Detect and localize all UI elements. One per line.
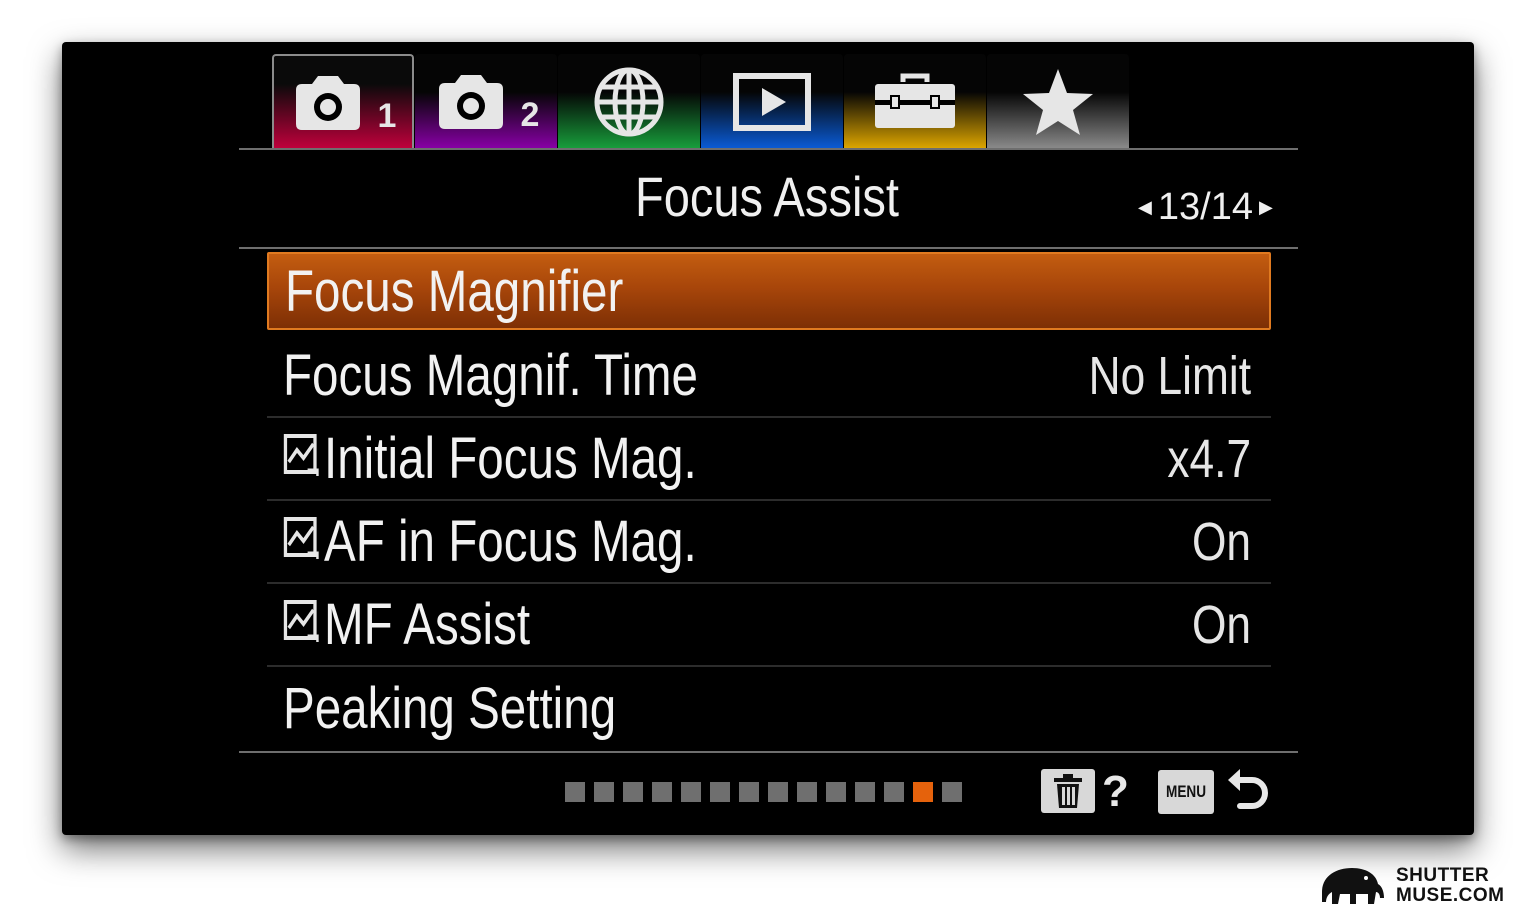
page-dot	[913, 782, 933, 802]
page-current: 13	[1157, 185, 1201, 228]
menu-item-label: Initial Focus Mag.	[283, 418, 697, 499]
trash-icon[interactable]	[1040, 768, 1096, 819]
menu-item[interactable]: Focus Magnif. Time No Limit	[267, 335, 1271, 418]
page-prev-arrow-icon[interactable]: ◀	[1138, 197, 1152, 218]
page-dot	[710, 782, 730, 802]
menu-item-text: AF in Focus Mag.	[324, 509, 697, 574]
menu-item-text: Focus Magnif. Time	[283, 343, 698, 408]
page-counter: ◀ 13 / 14 ▶	[1132, 184, 1279, 230]
tab-badge: 2	[520, 96, 540, 134]
page-dot	[652, 782, 672, 802]
playback-icon	[732, 72, 812, 132]
menu-item-value: x4.7	[1167, 428, 1251, 489]
menu-button[interactable]: MENU	[1158, 770, 1214, 814]
star-icon	[1021, 67, 1095, 137]
page-separator: /	[1200, 185, 1211, 228]
page-dot	[739, 782, 759, 802]
camera-icon	[433, 71, 519, 133]
tab-network[interactable]	[558, 54, 700, 149]
menu-item[interactable]: Focus Magnifier	[267, 252, 1271, 330]
still-image-icon	[283, 508, 319, 575]
menu-item-label: AF in Focus Mag.	[283, 501, 697, 582]
page-dot	[855, 782, 875, 802]
help-button[interactable]: ?	[1102, 768, 1129, 816]
page-dot	[768, 782, 788, 802]
watermark-line1: SHUTTER	[1396, 865, 1490, 886]
tab-my-menu[interactable]	[987, 54, 1129, 149]
menu-item-label: Focus Magnifier	[285, 254, 623, 328]
tab-divider	[239, 148, 1298, 150]
page-dot	[681, 782, 701, 802]
menu-item[interactable]: Initial Focus Mag. x4.7	[267, 418, 1271, 501]
menu-item-text: Initial Focus Mag.	[324, 426, 697, 491]
return-icon[interactable]	[1226, 766, 1270, 821]
camera-icon	[290, 72, 376, 134]
still-image-icon	[283, 591, 319, 658]
globe-icon	[592, 65, 666, 139]
tab-setup[interactable]	[844, 54, 986, 149]
menu-item-value: On	[1191, 511, 1251, 572]
menu-item[interactable]: AF in Focus Mag. On	[267, 501, 1271, 584]
page-title: Focus Assist	[634, 165, 900, 228]
tab-badge: 1	[377, 97, 397, 135]
elephant-icon	[1316, 862, 1388, 911]
page-total: 14	[1210, 185, 1253, 228]
toolbox-icon	[873, 72, 957, 132]
menu-item[interactable]: MF Assist On	[267, 584, 1271, 667]
watermark: SHUTTER MUSE.COM	[1316, 862, 1505, 910]
page-dot	[565, 782, 585, 802]
menu-item-value: On	[1191, 594, 1251, 655]
tab-camera-settings-2[interactable]: 2	[415, 54, 557, 149]
menu-item-label: Focus Magnif. Time	[283, 335, 698, 416]
menu-item-text: Focus Magnifier	[285, 258, 624, 324]
camera-menu-screen: 1 2 Focus Assist ◀ 13 / 14 ▶ Focus Magnif…	[62, 42, 1474, 835]
page-dot	[826, 782, 846, 802]
header-divider	[239, 247, 1298, 249]
page-dot	[623, 782, 643, 802]
page-dot	[942, 782, 962, 802]
page-dot	[594, 782, 614, 802]
menu-item-label: Peaking Setting	[283, 667, 616, 750]
page-next-arrow-icon[interactable]: ▶	[1259, 197, 1273, 218]
menu-item-value: No Limit	[1088, 345, 1251, 406]
tab-playback[interactable]	[701, 54, 843, 149]
page-dot	[884, 782, 904, 802]
menu-item-text: Peaking Setting	[283, 676, 617, 741]
watermark-text: SHUTTER MUSE.COM	[1396, 866, 1505, 906]
page-indicator	[565, 782, 962, 802]
menu-item[interactable]: Peaking Setting	[267, 667, 1271, 750]
watermark-line2: MUSE.COM	[1396, 885, 1505, 906]
menu-item-label: MF Assist	[283, 584, 530, 665]
page-dot	[797, 782, 817, 802]
still-image-icon	[283, 425, 319, 492]
menu-list: Focus Magnifier Focus Magnif. Time No Limi…	[267, 252, 1271, 750]
footer-divider	[239, 751, 1298, 753]
menu-button-label: MENU	[1165, 782, 1207, 801]
menu-item-text: MF Assist	[324, 592, 531, 657]
tab-camera-settings-1[interactable]: 1	[272, 54, 414, 149]
